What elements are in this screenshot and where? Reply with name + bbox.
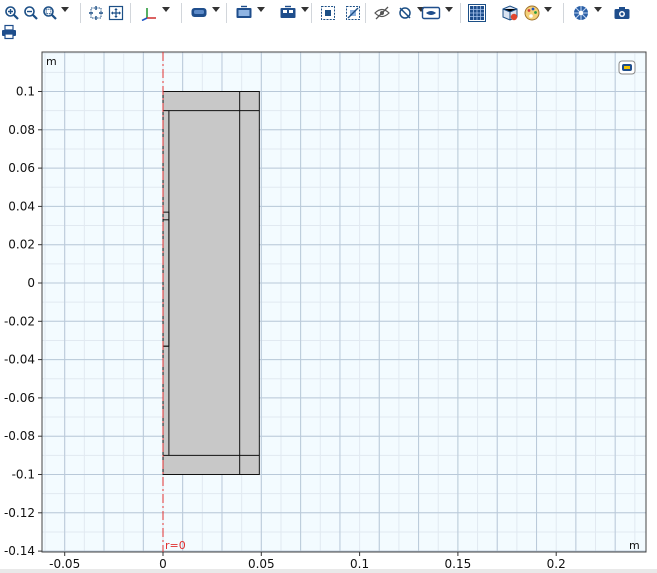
toolbar-separator xyxy=(311,3,312,23)
grid-toggle-button[interactable] xyxy=(467,3,487,23)
toolbar-separator xyxy=(130,3,131,23)
graphics-toolbar xyxy=(0,0,657,46)
image-snapshot-button[interactable] xyxy=(612,3,632,23)
toolbar-separator xyxy=(226,3,227,23)
toolbar-separator xyxy=(365,3,366,23)
render-mode-icon xyxy=(279,5,297,21)
zoom-out-icon xyxy=(23,5,39,21)
y-tick-label: -0.06 xyxy=(4,391,35,405)
y-tick-label: -0.14 xyxy=(4,544,35,558)
graphics-window[interactable]: 0.1 0.08 0.06 0.04 0.02 0 -0.02 -0.04 -0.06 -0.08… xyxy=(0,46,657,573)
deselect-box-button[interactable] xyxy=(343,3,363,23)
x-unit-label: m xyxy=(629,539,640,552)
symmetry-axis-label: r=0 xyxy=(165,539,186,552)
y-tick-label: -0.12 xyxy=(4,506,35,520)
reset-hiding-button[interactable] xyxy=(395,3,415,23)
views-button[interactable] xyxy=(233,3,255,23)
axes-orientation-button[interactable] xyxy=(138,3,160,23)
grid-icon xyxy=(468,4,486,22)
chevron-down-icon[interactable] xyxy=(301,7,309,12)
y-unit-label: m xyxy=(46,55,57,68)
scene-light-button[interactable] xyxy=(188,3,210,23)
select-box-button[interactable] xyxy=(318,3,338,23)
toolbar-separator xyxy=(80,3,81,23)
zoom-extents-button[interactable] xyxy=(107,3,125,23)
y-tick-label: 0.04 xyxy=(8,199,35,213)
zoom-box-button[interactable] xyxy=(41,3,59,23)
horizontal-scrollbar[interactable] xyxy=(0,569,657,573)
zoom-out-button[interactable] xyxy=(22,3,40,23)
scene-light-icon xyxy=(190,5,208,21)
deselect-box-icon xyxy=(345,5,361,21)
camera-icon xyxy=(613,5,631,21)
views-icon xyxy=(235,5,253,21)
select-box-icon xyxy=(320,5,336,21)
toolbar-separator xyxy=(460,3,461,23)
geometry-plot[interactable]: 0.1 0.08 0.06 0.04 0.02 0 -0.02 -0.04 -0.06 -0.08… xyxy=(0,46,657,573)
chevron-down-icon[interactable] xyxy=(544,7,552,12)
y-tick-label: 0.06 xyxy=(8,161,35,175)
y-tick-label: 0.02 xyxy=(8,238,35,252)
chevron-down-icon[interactable] xyxy=(257,7,265,12)
transparency-button[interactable] xyxy=(500,3,520,23)
y-tick-label: -0.04 xyxy=(4,353,35,367)
chevron-down-icon[interactable] xyxy=(61,7,69,12)
chevron-down-icon[interactable] xyxy=(212,7,220,12)
zoom-to-selection-button[interactable] xyxy=(87,3,105,23)
print-button[interactable] xyxy=(0,22,18,42)
zoom-box-icon xyxy=(42,5,58,21)
axes-icon xyxy=(140,5,158,21)
render-mode-button[interactable] xyxy=(277,3,299,23)
palette-icon xyxy=(523,4,541,22)
zoom-in-button[interactable] xyxy=(3,3,21,23)
geometry xyxy=(162,91,260,475)
geometry-outer-domain xyxy=(162,91,260,475)
y-tick-label: 0.1 xyxy=(16,85,35,99)
camera-settings-button[interactable] xyxy=(570,3,592,23)
zoom-selection-icon xyxy=(88,5,104,21)
chevron-down-icon[interactable] xyxy=(162,7,170,12)
transparency-icon xyxy=(501,4,519,22)
y-tick-label: -0.1 xyxy=(12,468,35,482)
chevron-down-icon[interactable] xyxy=(594,7,602,12)
zoom-in-icon xyxy=(4,5,20,21)
view-options-button[interactable] xyxy=(419,3,443,23)
hide-eye-icon xyxy=(373,5,391,21)
view-indicator-icon xyxy=(618,60,636,75)
aperture-icon xyxy=(572,4,590,22)
hide-button[interactable] xyxy=(372,3,392,23)
reset-hiding-icon xyxy=(397,5,413,21)
chevron-down-icon[interactable] xyxy=(445,7,453,12)
toolbar-separator xyxy=(181,3,182,23)
toolbar-separator xyxy=(563,3,564,23)
view-indicator-highlight xyxy=(624,66,630,69)
view-eye-icon xyxy=(421,5,441,21)
printer-icon xyxy=(1,24,17,40)
zoom-extents-icon xyxy=(108,5,124,21)
y-tick-label: 0 xyxy=(27,276,35,290)
y-tick-label: -0.02 xyxy=(4,314,35,328)
y-tick-label: -0.08 xyxy=(4,429,35,443)
y-tick-label: 0.08 xyxy=(8,123,35,137)
color-options-button[interactable] xyxy=(522,3,542,23)
